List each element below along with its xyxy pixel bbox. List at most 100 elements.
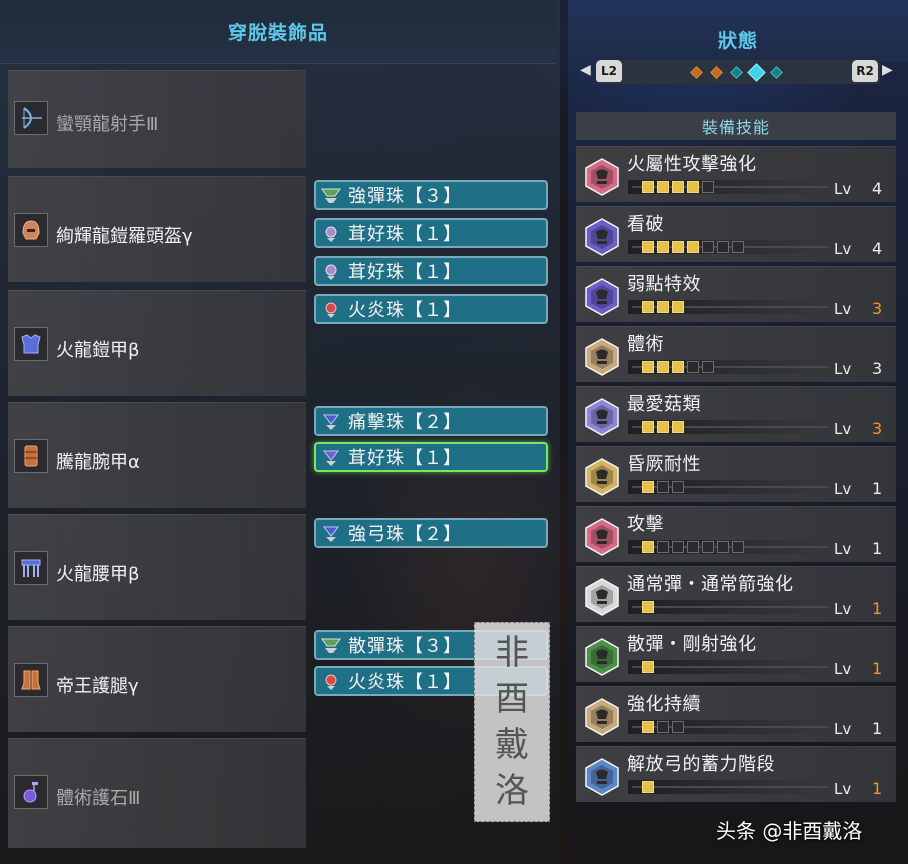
decoration-slot[interactable]: 茸好珠【１】 bbox=[314, 256, 548, 286]
skill-level-track bbox=[628, 660, 828, 674]
skill-level-pip bbox=[672, 361, 684, 373]
skill-gem-icon bbox=[582, 157, 622, 197]
skill-level-pip bbox=[687, 541, 699, 553]
skill-name: 通常彈・通常箭強化 bbox=[627, 574, 794, 595]
watermark-char: 酉 bbox=[495, 679, 529, 719]
skill-level-pip bbox=[657, 241, 669, 253]
watermark-char: 非 bbox=[495, 633, 529, 673]
skill-level-pip bbox=[642, 601, 654, 613]
equipment-row-chest[interactable]: 火龍鎧甲β bbox=[8, 290, 306, 396]
skill-row[interactable]: 體術 Lv 3 bbox=[576, 326, 896, 382]
skill-level-pip bbox=[717, 241, 729, 253]
skill-level-value: 1 bbox=[872, 479, 883, 498]
skill-level-value: 3 bbox=[872, 299, 883, 318]
skill-lv-label: Lv bbox=[834, 660, 852, 678]
skill-level-track bbox=[628, 420, 828, 434]
decoration-label: 茸好珠【１】 bbox=[348, 448, 462, 469]
waist-armor-icon bbox=[14, 551, 48, 585]
skill-level-pip bbox=[642, 421, 654, 433]
decoration-slot[interactable]: 火炎珠【１】 bbox=[314, 294, 548, 324]
watermark-char: 戴 bbox=[495, 725, 529, 765]
bow-icon bbox=[14, 101, 48, 135]
skill-level-pip bbox=[657, 541, 669, 553]
skill-row[interactable]: 通常彈・通常箭強化 Lv 1 bbox=[576, 566, 896, 622]
skill-lv-label: Lv bbox=[834, 240, 852, 258]
arrow-right-icon[interactable]: ▶ bbox=[882, 62, 893, 78]
skill-gem-icon bbox=[582, 757, 622, 797]
skill-row[interactable]: 火屬性攻擊強化 Lv 4 bbox=[576, 146, 896, 202]
skill-gem-icon bbox=[582, 517, 622, 557]
skill-gem-icon bbox=[582, 697, 622, 737]
arm-armor-icon bbox=[14, 439, 48, 473]
skill-lv-label: Lv bbox=[834, 600, 852, 618]
skill-lv-label: Lv bbox=[834, 720, 852, 738]
equipment-row-legs[interactable]: 帝王護腿γ bbox=[8, 626, 306, 732]
skill-level-pip bbox=[702, 241, 714, 253]
skill-level-pip bbox=[702, 181, 714, 193]
equipment-row-head[interactable]: 絢輝龍鎧羅頭盔γ bbox=[8, 176, 306, 282]
l2-button[interactable]: L2 bbox=[596, 60, 622, 82]
skill-name: 看破 bbox=[627, 214, 664, 235]
equipment-name: 絢輝龍鎧羅頭盔γ bbox=[56, 226, 193, 247]
jewel-lv1-icon bbox=[320, 222, 342, 244]
skill-gem-icon bbox=[582, 637, 622, 677]
chest-armor-icon bbox=[14, 327, 48, 361]
skill-gem-icon bbox=[582, 337, 622, 377]
decoration-slot[interactable]: 強彈珠【３】 bbox=[314, 180, 548, 210]
skill-name: 攻擊 bbox=[627, 514, 664, 535]
decoration-label: 散彈珠【３】 bbox=[348, 636, 462, 657]
skill-gem-icon bbox=[582, 577, 622, 617]
skill-lv-label: Lv bbox=[834, 300, 852, 318]
skill-level-pip bbox=[672, 421, 684, 433]
skill-level-track bbox=[628, 240, 828, 254]
decoration-label: 茸好珠【１】 bbox=[348, 224, 462, 245]
jewel-lv1-fire-icon bbox=[320, 670, 342, 692]
arrow-left-icon[interactable]: ◀ bbox=[580, 62, 591, 78]
equipment-name: 帝王護腿γ bbox=[56, 676, 139, 697]
skill-row[interactable]: 昏厥耐性 Lv 1 bbox=[576, 446, 896, 502]
skill-row[interactable]: 看破 Lv 4 bbox=[576, 206, 896, 262]
decoration-slot[interactable]: 強弓珠【２】 bbox=[314, 518, 548, 548]
equipment-row-arms[interactable]: 騰龍腕甲α bbox=[8, 402, 306, 508]
skill-level-track bbox=[628, 480, 828, 494]
equipment-row-weapon[interactable]: 蠻顎龍射手Ⅲ bbox=[8, 70, 306, 168]
skill-lv-label: Lv bbox=[834, 180, 852, 198]
skill-row[interactable]: 弱點特效 Lv 3 bbox=[576, 266, 896, 322]
skill-lv-label: Lv bbox=[834, 780, 852, 798]
decoration-slot-selected[interactable]: 茸好珠【１】 bbox=[314, 442, 548, 472]
skill-row[interactable]: 最愛菇類 Lv 3 bbox=[576, 386, 896, 442]
helmet-icon bbox=[14, 213, 48, 247]
skill-level-value: 1 bbox=[872, 539, 883, 558]
skill-level-pip bbox=[702, 361, 714, 373]
source-credit: 头条 @非酉戴洛 bbox=[716, 819, 863, 843]
skill-gem-icon bbox=[582, 397, 622, 437]
equipment-name: 火龍鎧甲β bbox=[56, 340, 140, 361]
skill-level-pip bbox=[687, 181, 699, 193]
skill-level-pip bbox=[642, 181, 654, 193]
equipment-row-charm[interactable]: 體術護石Ⅲ bbox=[8, 738, 306, 848]
equipment-name: 火龍腰甲β bbox=[56, 564, 140, 585]
skill-row[interactable]: 攻擊 Lv 1 bbox=[576, 506, 896, 562]
skill-level-pip bbox=[672, 301, 684, 313]
status-title: 狀態 bbox=[717, 30, 758, 52]
equipment-row-waist[interactable]: 火龍腰甲β bbox=[8, 514, 306, 620]
decoration-slot[interactable]: 茸好珠【１】 bbox=[314, 218, 548, 248]
skill-level-pip bbox=[672, 481, 684, 493]
jewel-lv1-fire-icon bbox=[320, 298, 342, 320]
skill-level-pip bbox=[732, 241, 744, 253]
r2-button[interactable]: R2 bbox=[852, 60, 878, 82]
equipment-panel-header: 穿脫裝飾品 bbox=[0, 0, 556, 64]
decoration-label: 強弓珠【２】 bbox=[348, 524, 462, 545]
charm-icon bbox=[14, 775, 48, 809]
skill-level-pip bbox=[642, 361, 654, 373]
decoration-slot[interactable]: 痛擊珠【２】 bbox=[314, 406, 548, 436]
skill-level-value: 1 bbox=[872, 659, 883, 678]
equipment-name: 體術護石Ⅲ bbox=[56, 788, 141, 809]
skill-row[interactable]: 解放弓的蓄力階段 Lv 1 bbox=[576, 746, 896, 802]
skill-name: 強化持續 bbox=[627, 694, 701, 715]
skill-row[interactable]: 散彈・剛射強化 Lv 1 bbox=[576, 626, 896, 682]
decoration-label: 痛擊珠【２】 bbox=[348, 412, 462, 433]
skill-level-pip bbox=[702, 541, 714, 553]
equipment-name: 騰龍腕甲α bbox=[56, 452, 140, 473]
skill-row[interactable]: 強化持續 Lv 1 bbox=[576, 686, 896, 742]
